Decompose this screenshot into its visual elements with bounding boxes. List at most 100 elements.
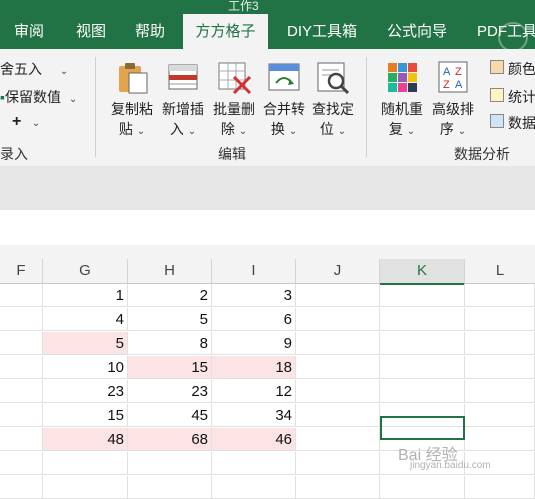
cell[interactable]: 5 bbox=[128, 308, 212, 331]
cell[interactable]: 10 bbox=[43, 356, 128, 379]
cell[interactable] bbox=[296, 380, 380, 403]
insert-button[interactable]: 新增插 入 ⌄ bbox=[158, 55, 208, 141]
cell[interactable] bbox=[296, 356, 380, 379]
cell[interactable]: 6 bbox=[212, 308, 296, 331]
column-header-h[interactable]: H bbox=[128, 259, 212, 284]
cell[interactable]: 8 bbox=[128, 332, 212, 355]
cell[interactable]: 48 bbox=[43, 428, 128, 451]
cell[interactable]: 4 bbox=[43, 308, 128, 331]
column-header-i[interactable]: I bbox=[212, 259, 296, 284]
cell[interactable] bbox=[380, 332, 465, 355]
cell[interactable] bbox=[296, 404, 380, 427]
sheet-top-gap bbox=[0, 245, 535, 259]
cell[interactable] bbox=[380, 356, 465, 379]
tab-fangfange[interactable]: 方方格子 bbox=[183, 14, 268, 49]
cell[interactable]: 15 bbox=[128, 356, 212, 379]
merge-convert-icon bbox=[268, 63, 300, 91]
cell[interactable]: 23 bbox=[43, 380, 128, 403]
column-header-j[interactable]: J bbox=[296, 259, 380, 284]
cell[interactable] bbox=[380, 308, 465, 331]
color-label: 颜色 bbox=[508, 61, 535, 77]
cell[interactable] bbox=[212, 452, 296, 475]
tab-diy-toolbox[interactable]: DIY工具箱 bbox=[287, 14, 357, 49]
cell[interactable] bbox=[465, 404, 535, 427]
stats-button[interactable]: 统计 bbox=[490, 87, 535, 107]
column-header-f[interactable]: F bbox=[0, 259, 43, 284]
sort-az-icon: A Z Z A bbox=[438, 61, 468, 93]
cell[interactable]: 5 bbox=[43, 332, 128, 355]
cell[interactable] bbox=[0, 380, 43, 403]
cell[interactable] bbox=[465, 308, 535, 331]
cell[interactable] bbox=[0, 356, 43, 379]
advanced-sort-button[interactable]: A Z Z A 高级排 序 ⌄ bbox=[428, 55, 478, 141]
tab-view[interactable]: 视图 bbox=[76, 14, 106, 49]
cell[interactable] bbox=[296, 428, 380, 451]
group-separator bbox=[95, 57, 96, 157]
tab-formula-wizard[interactable]: 公式向导 bbox=[387, 14, 447, 49]
cell[interactable] bbox=[0, 308, 43, 331]
cell[interactable] bbox=[296, 284, 380, 307]
cell[interactable]: 1 bbox=[43, 284, 128, 307]
active-cell-k[interactable] bbox=[380, 416, 465, 440]
cell[interactable]: 34 bbox=[212, 404, 296, 427]
chevron-down-icon: ⌄ bbox=[59, 66, 69, 77]
data-button[interactable]: 数据 bbox=[490, 113, 535, 133]
cell[interactable] bbox=[296, 332, 380, 355]
batch-delete-button[interactable]: 批量删 除 ⌄ bbox=[209, 55, 259, 141]
delete-grid-icon bbox=[218, 62, 252, 95]
column-header-g[interactable]: G bbox=[43, 259, 128, 284]
plus-dropdown[interactable]: + ⌄ bbox=[12, 113, 40, 131]
cell[interactable] bbox=[380, 284, 465, 307]
svg-text:Z: Z bbox=[455, 66, 462, 78]
cell[interactable]: 23 bbox=[128, 380, 212, 403]
random-repeat-label-1: 随机重 bbox=[381, 101, 423, 117]
cell[interactable] bbox=[0, 404, 43, 427]
stats-label: 统计 bbox=[508, 89, 535, 105]
copy-paste-button[interactable]: 复制粘 贴 ⌄ bbox=[107, 55, 157, 141]
find-locate-button[interactable]: 查找定 位 ⌄ bbox=[308, 55, 358, 141]
cell[interactable] bbox=[465, 380, 535, 403]
formula-bar[interactable] bbox=[0, 210, 535, 246]
chevron-down-icon: ⌄ bbox=[31, 118, 41, 129]
cell[interactable]: 2 bbox=[128, 284, 212, 307]
cell[interactable] bbox=[296, 308, 380, 331]
cell[interactable]: 12 bbox=[212, 380, 296, 403]
column-header-l[interactable]: L bbox=[465, 259, 535, 284]
cell[interactable]: 46 bbox=[212, 428, 296, 451]
cell[interactable]: 18 bbox=[212, 356, 296, 379]
cell[interactable] bbox=[465, 284, 535, 307]
cell[interactable] bbox=[128, 452, 212, 475]
column-header-k[interactable]: K bbox=[380, 259, 465, 285]
group-label-data-analysis: 数据分析 bbox=[454, 146, 510, 162]
merge-convert-button[interactable]: 合并转 换 ⌄ bbox=[259, 55, 309, 141]
cell[interactable] bbox=[0, 428, 43, 451]
data-icon bbox=[490, 114, 504, 128]
round-dropdown[interactable]: 舍五入 ⌄ bbox=[0, 59, 68, 79]
color-button[interactable]: 颜色 bbox=[490, 59, 535, 79]
cell[interactable] bbox=[465, 428, 535, 451]
color-grid-icon bbox=[388, 63, 417, 92]
cell[interactable] bbox=[0, 332, 43, 355]
cell[interactable]: 9 bbox=[212, 332, 296, 355]
cell[interactable] bbox=[380, 380, 465, 403]
toolbar-empty-area bbox=[0, 166, 535, 210]
cell[interactable] bbox=[465, 356, 535, 379]
random-repeat-label-2: 复 ⌄ bbox=[388, 121, 416, 137]
tab-help[interactable]: 帮助 bbox=[135, 14, 165, 49]
svg-text:Z: Z bbox=[443, 79, 450, 91]
watermark-logo bbox=[498, 22, 528, 52]
cell[interactable] bbox=[296, 452, 380, 475]
cell[interactable] bbox=[0, 452, 43, 475]
batch-delete-label-2: 除 ⌄ bbox=[220, 121, 248, 137]
random-repeat-button[interactable]: 随机重 复 ⌄ bbox=[377, 55, 427, 141]
cell[interactable]: 15 bbox=[43, 404, 128, 427]
cell[interactable] bbox=[465, 332, 535, 355]
cell[interactable] bbox=[0, 284, 43, 307]
keep-value-dropdown[interactable]: ▪保留数值 ⌄ bbox=[0, 87, 77, 107]
keep-value-label: 保留数值 bbox=[4, 89, 61, 105]
cell[interactable]: 68 bbox=[128, 428, 212, 451]
tab-review[interactable]: 审阅 bbox=[14, 14, 44, 49]
cell[interactable] bbox=[43, 452, 128, 475]
cell[interactable]: 45 bbox=[128, 404, 212, 427]
cell[interactable]: 3 bbox=[212, 284, 296, 307]
